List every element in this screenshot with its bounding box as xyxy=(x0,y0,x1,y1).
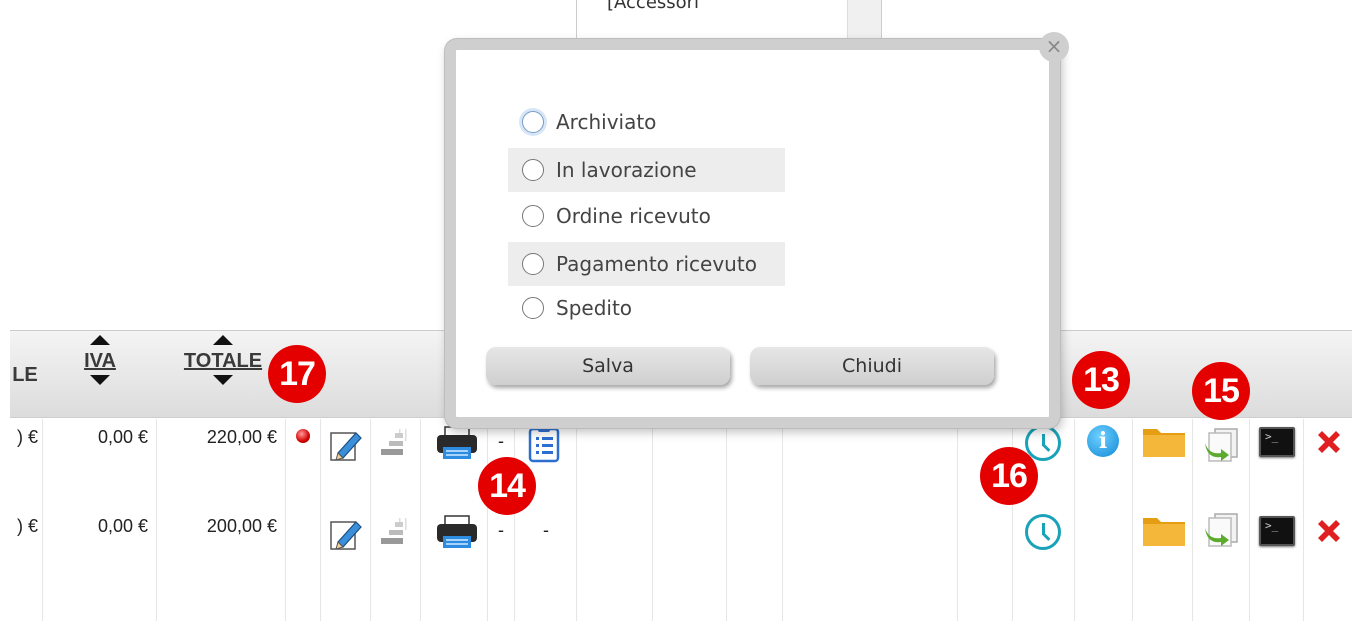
cell-edit xyxy=(321,419,371,508)
terminal-icon[interactable]: >_ xyxy=(1259,516,1295,546)
cell-iva: 0,00 € xyxy=(43,419,157,508)
option-label[interactable]: In lavorazione xyxy=(556,158,697,182)
radio-button[interactable] xyxy=(522,111,544,133)
cell-copy xyxy=(1193,419,1250,508)
option-label[interactable]: Pagamento ricevuto xyxy=(556,252,757,276)
clock-icon[interactable] xyxy=(1025,514,1061,550)
cell-terminal: >_ xyxy=(1250,508,1304,621)
pencil-icon[interactable] xyxy=(328,427,364,463)
option-label[interactable]: Archiviato xyxy=(556,110,656,134)
cell-totale: 220,00 € xyxy=(157,419,286,508)
cell-empty xyxy=(653,508,727,621)
table-row: ) € 0,00 € 220,00 € - i >_ xyxy=(10,419,1352,509)
cell-partial: ) € xyxy=(10,508,43,621)
cell-status xyxy=(286,419,321,508)
marker-14: 14 xyxy=(478,457,536,515)
cell-info xyxy=(1075,508,1133,621)
cell-iva: 0,00 € xyxy=(43,508,157,621)
radio-button[interactable] xyxy=(522,159,544,181)
clipboard-list-icon[interactable] xyxy=(527,425,561,463)
radio-button[interactable] xyxy=(522,297,544,319)
cell-print xyxy=(421,508,488,621)
cell-empty xyxy=(653,419,727,508)
header-iva-label[interactable]: IVA xyxy=(75,349,125,373)
cell-folder xyxy=(1133,419,1193,508)
red-x-icon[interactable] xyxy=(1314,427,1344,457)
header-totale-label[interactable]: TOTALE xyxy=(178,349,268,373)
cell-bars xyxy=(371,508,421,621)
option-label[interactable]: Ordine ricevuto xyxy=(556,204,711,228)
sort-down-icon[interactable] xyxy=(90,375,110,385)
info-icon[interactable]: i xyxy=(1087,425,1119,457)
option-label[interactable]: Spedito xyxy=(556,296,632,320)
option-ordine-ricevuto[interactable]: Ordine ricevuto xyxy=(508,194,785,238)
printer-icon[interactable] xyxy=(435,425,479,461)
status-dialog: × Archiviato In lavorazione Ordine ricev… xyxy=(445,32,1069,428)
barcode-icon[interactable] xyxy=(379,427,409,457)
save-button[interactable]: Salva xyxy=(486,347,730,385)
option-pagamento-ricevuto[interactable]: Pagamento ricevuto xyxy=(508,242,785,286)
cell-bars xyxy=(371,419,421,508)
marker-16: 16 xyxy=(980,447,1038,505)
cell-empty xyxy=(783,419,958,508)
folder-icon[interactable] xyxy=(1141,512,1187,548)
close-button[interactable]: Chiudi xyxy=(750,347,994,385)
cell-history xyxy=(1013,508,1075,621)
marker-13: 13 xyxy=(1072,351,1130,409)
cell-empty xyxy=(577,419,653,508)
sort-up-icon[interactable] xyxy=(213,335,233,345)
folder-icon[interactable] xyxy=(1141,423,1187,459)
cell-edit xyxy=(321,508,371,621)
marker-15: 15 xyxy=(1192,362,1250,420)
header-totale[interactable]: TOTALE xyxy=(178,331,268,419)
cell-empty xyxy=(958,508,1013,621)
radio-button[interactable] xyxy=(522,205,544,227)
header-partial-label: LE xyxy=(12,364,38,386)
sort-up-icon[interactable] xyxy=(90,335,110,345)
cell-folder xyxy=(1133,508,1193,621)
cell-totale: 200,00 € xyxy=(157,508,286,621)
close-icon[interactable]: × xyxy=(1039,32,1069,62)
document-arrow-icon[interactable] xyxy=(1201,510,1241,548)
dash-text: - xyxy=(498,520,504,540)
cell-print xyxy=(421,419,488,508)
radio-button[interactable] xyxy=(522,253,544,275)
cell-empty xyxy=(727,419,783,508)
header-partial: LE xyxy=(10,331,40,419)
cell-delete xyxy=(1304,419,1352,508)
sort-down-icon[interactable] xyxy=(213,375,233,385)
cell-status xyxy=(286,508,321,621)
cell-delete xyxy=(1304,508,1352,621)
cell-dash: - xyxy=(488,508,515,621)
document-arrow-icon[interactable] xyxy=(1201,425,1241,463)
printer-icon[interactable] xyxy=(435,514,479,550)
dropdown-text: [Accessori xyxy=(607,0,700,13)
option-archiviato[interactable]: Archiviato xyxy=(508,100,785,144)
cell-empty xyxy=(783,508,958,621)
cell-partial: ) € xyxy=(10,419,43,508)
dash-text: - xyxy=(498,431,504,451)
pencil-icon[interactable] xyxy=(328,516,364,552)
cell-info: i xyxy=(1075,419,1133,508)
cell-empty xyxy=(727,508,783,621)
cell-empty xyxy=(577,508,653,621)
header-iva[interactable]: IVA xyxy=(75,331,125,419)
option-spedito[interactable]: Spedito xyxy=(508,286,785,330)
cell-dash: - xyxy=(515,508,577,621)
table-row: ) € 0,00 € 200,00 € - - >_ xyxy=(10,508,1352,621)
cell-copy xyxy=(1193,508,1250,621)
terminal-icon[interactable]: >_ xyxy=(1259,427,1295,457)
dash-text: - xyxy=(543,520,549,540)
marker-17: 17 xyxy=(268,345,326,403)
red-dot-icon xyxy=(296,429,310,443)
red-x-icon[interactable] xyxy=(1314,516,1344,546)
option-in-lavorazione[interactable]: In lavorazione xyxy=(508,148,785,192)
cell-terminal: >_ xyxy=(1250,419,1304,508)
barcode-icon[interactable] xyxy=(379,516,409,546)
